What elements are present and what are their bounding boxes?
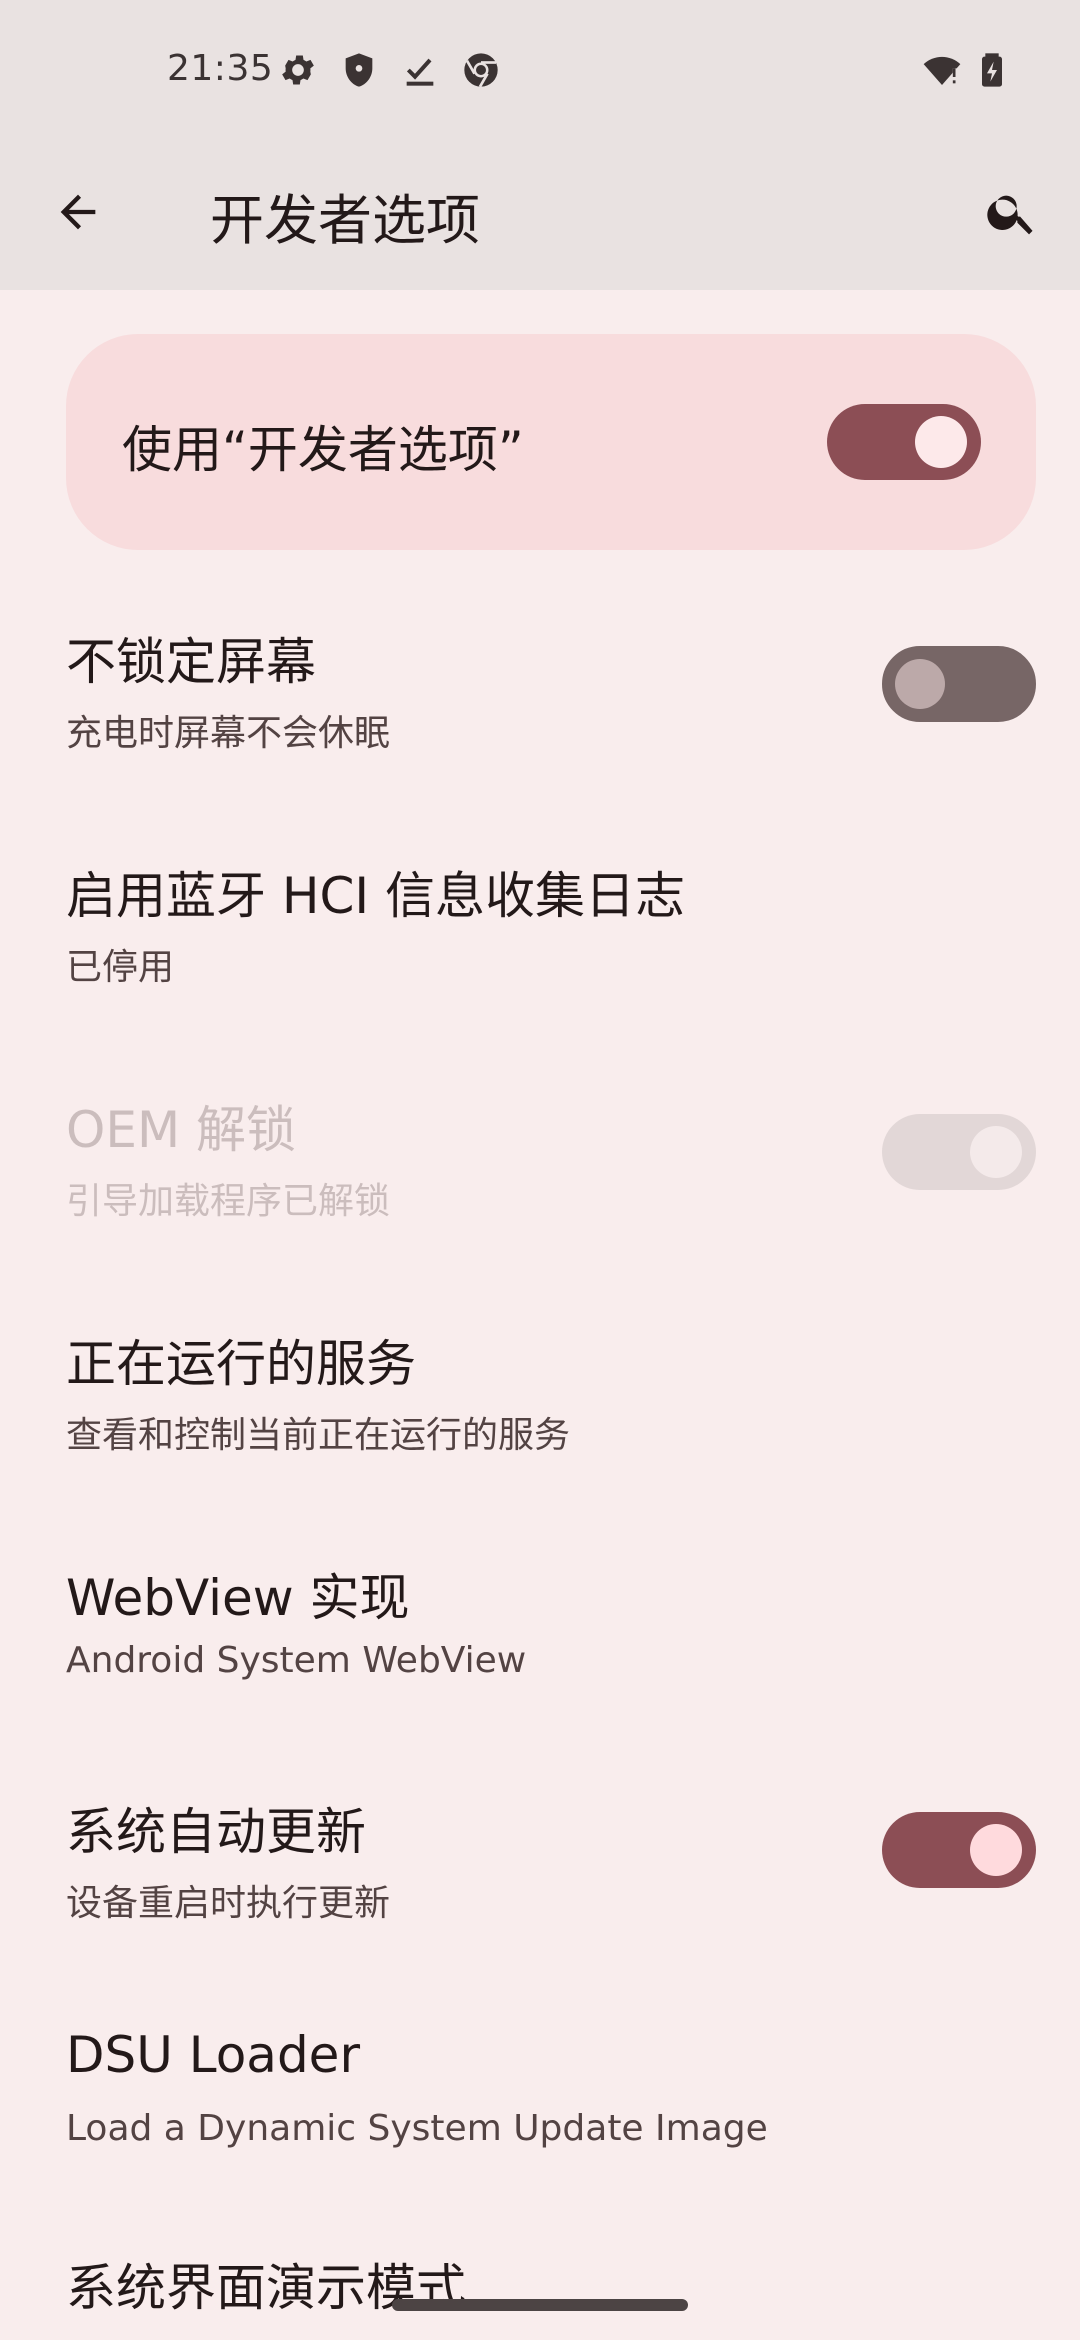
status-bar: 21:35 (0, 0, 1080, 140)
chrome-icon (461, 50, 501, 90)
master-switch-label: 使用“开发者选项” (122, 421, 524, 479)
setting-bluetooth-hci-log[interactable]: 启用蓝牙 HCI 信息收集日志 已停用 (0, 834, 1080, 1014)
setting-title: 不锁定屏幕 (66, 633, 316, 691)
oem-unlock-toggle (882, 1114, 1036, 1190)
setting-title: 启用蓝牙 HCI 信息收集日志 (66, 867, 686, 925)
setting-summary: Load a Dynamic System Update Image (66, 2108, 768, 2149)
setting-title: DSU Loader (66, 2026, 360, 2084)
toggle-knob (970, 1126, 1022, 1178)
setting-summary: Android System WebView (66, 1640, 527, 1681)
setting-oem-unlock: OEM 解锁 引导加载程序已解锁 (0, 1068, 1080, 1248)
gear-icon (278, 50, 318, 90)
setting-title: WebView 实现 (66, 1569, 410, 1627)
setting-stay-awake[interactable]: 不锁定屏幕 充电时屏幕不会休眠 (0, 600, 1080, 780)
setting-summary: 设备重启时执行更新 (66, 1883, 391, 1924)
arrow-back-icon (60, 194, 96, 230)
gesture-nav-handle[interactable] (392, 2299, 688, 2311)
toggle-knob (970, 1824, 1022, 1876)
setting-title: 正在运行的服务 (66, 1335, 416, 1393)
setting-dsu-loader[interactable]: DSU Loader Load a Dynamic System Update … (0, 2004, 1080, 2184)
back-button[interactable] (38, 172, 118, 252)
wifi-icon (922, 50, 962, 90)
setting-auto-system-update[interactable]: 系统自动更新 设备重启时执行更新 (0, 1770, 1080, 1950)
auto-update-toggle[interactable] (882, 1812, 1036, 1888)
setting-system-ui-demo-mode[interactable]: 系统界面演示模式 (0, 2238, 1080, 2340)
shield-icon (339, 50, 379, 90)
search-button[interactable] (972, 172, 1052, 252)
toggle-knob (915, 416, 967, 468)
stay-awake-toggle[interactable] (882, 646, 1036, 722)
download-done-icon (400, 50, 440, 90)
master-toggle-switch[interactable] (827, 404, 981, 480)
setting-webview-implementation[interactable]: WebView 实现 Android System WebView (0, 1536, 1080, 1716)
setting-summary: 已停用 (66, 947, 175, 988)
status-time: 21:35 (167, 48, 274, 89)
setting-running-services[interactable]: 正在运行的服务 查看和控制当前正在运行的服务 (0, 1302, 1080, 1482)
developer-options-master-switch[interactable]: 使用“开发者选项” (66, 334, 1036, 550)
page-title: 开发者选项 (210, 189, 480, 252)
app-bar: 开发者选项 (0, 140, 1080, 290)
setting-title: OEM 解锁 (66, 1101, 296, 1159)
toggle-knob (895, 659, 945, 709)
setting-summary: 充电时屏幕不会休眠 (66, 713, 391, 754)
battery-charging-icon (972, 50, 1012, 90)
setting-title: 系统自动更新 (66, 1803, 366, 1861)
setting-summary: 查看和控制当前正在运行的服务 (66, 1415, 571, 1456)
search-icon (987, 195, 1033, 235)
setting-summary: 引导加载程序已解锁 (66, 1181, 391, 1222)
